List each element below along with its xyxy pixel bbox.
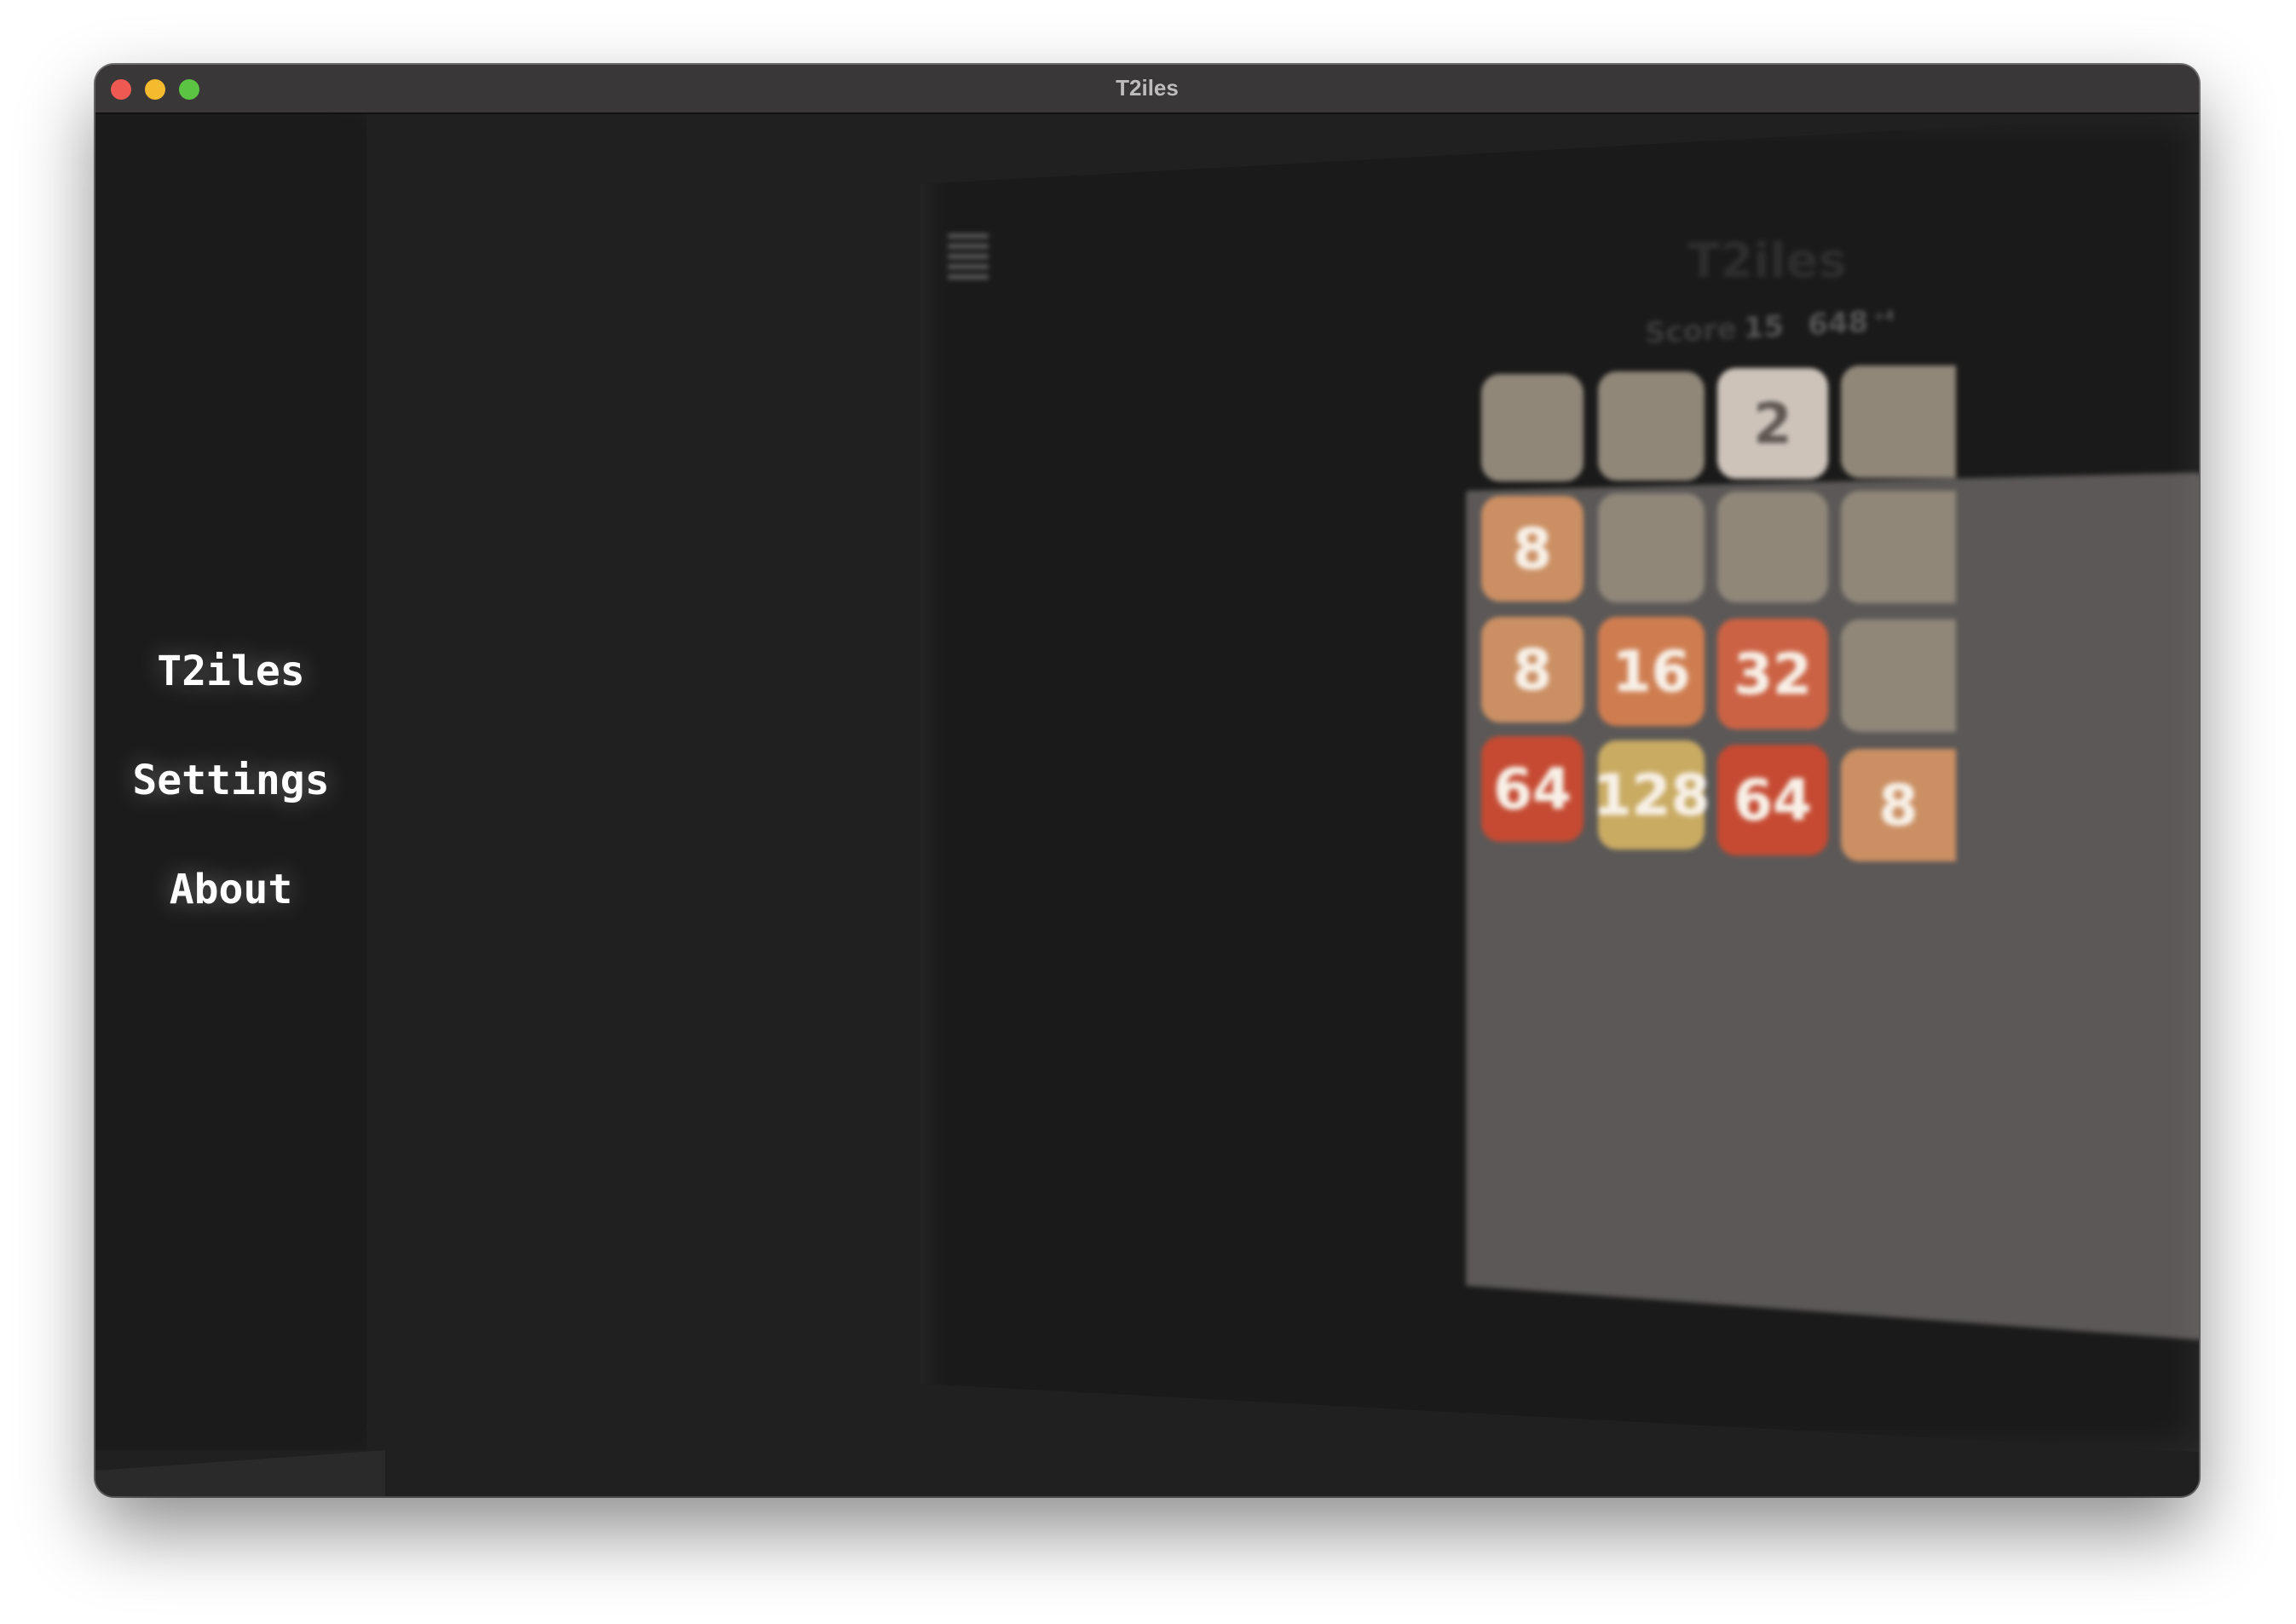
app-content: T2iles Settings About T2iles Score 15 648 +…: [95, 114, 2199, 1496]
menu-item-settings[interactable]: Settings: [95, 757, 366, 804]
title-bar[interactable]: T2iles: [95, 65, 2199, 114]
menu-item-about[interactable]: About: [95, 866, 366, 913]
game-panel-glow: [920, 114, 2199, 1452]
menu-item-t2iles[interactable]: T2iles: [95, 648, 366, 695]
sidebar-floor: [95, 1450, 385, 1496]
window-title: T2iles: [1116, 75, 1179, 101]
sidebar-menu: T2iles Settings About: [95, 114, 366, 1450]
app-window: T2iles T2iles Settings About T2iles Scor…: [95, 65, 2199, 1496]
